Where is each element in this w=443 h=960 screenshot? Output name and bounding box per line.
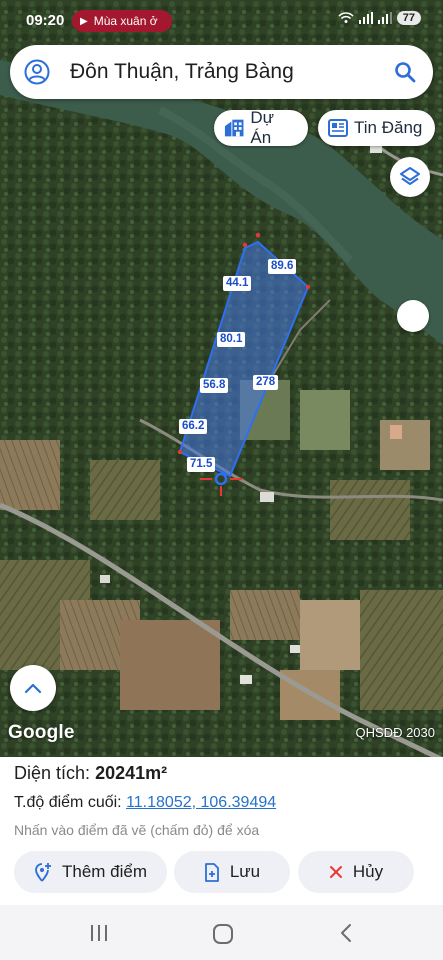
status-icons: 77 [338, 11, 421, 25]
hint-text: Nhấn vào điểm đã vẽ (chấm đỏ) để xóa [14, 822, 260, 838]
save-button[interactable]: Lưu [174, 851, 290, 893]
system-nav-bar [0, 905, 443, 960]
last-point-marker[interactable] [200, 472, 242, 496]
panel-drag-handle[interactable] [397, 300, 429, 332]
recent-apps-icon[interactable] [89, 923, 109, 943]
layers-icon [400, 167, 420, 185]
segment-label: 44.1 [223, 276, 252, 291]
signal-icon-2 [377, 12, 392, 24]
projects-chip[interactable]: Dự Án [214, 108, 308, 147]
battery-level: 77 [396, 11, 421, 25]
land-use-plan-label: QHSDĐ 2030 [355, 725, 435, 740]
home-icon[interactable] [212, 923, 234, 945]
expand-button[interactable] [10, 665, 56, 711]
area-line: Diện tích: 20241m² [14, 763, 167, 784]
add-point-label: Thêm điểm [61, 862, 148, 881]
chevron-up-icon [24, 683, 42, 694]
close-icon [329, 865, 343, 879]
vertex-marker [177, 449, 183, 455]
building-icon [224, 119, 244, 137]
google-logo: Google [8, 722, 75, 743]
notification-chip[interactable]: ▶ Mùa xuân ở [72, 10, 172, 32]
save-label: Lưu [229, 862, 261, 881]
vertex-marker [255, 232, 261, 238]
segment-label: 80.1 [217, 332, 246, 347]
measurement-panel: Diện tích: 20241m² T.độ điểm cuối: 11.18… [0, 757, 443, 905]
newspaper-icon [328, 119, 348, 137]
wifi-icon [338, 12, 354, 23]
signal-icon [358, 12, 373, 24]
projects-chip-label: Dự Án [250, 108, 275, 147]
add-point-button[interactable]: Thêm điểm [14, 851, 167, 893]
vertex-marker [305, 284, 311, 290]
listings-chip[interactable]: Tin Đăng [318, 110, 435, 146]
vertex-marker [242, 242, 248, 248]
back-icon[interactable] [338, 923, 354, 943]
segment-label: 66.2 [179, 419, 208, 434]
search-input[interactable]: Đôn Thuận, Trảng Bàng [70, 60, 294, 84]
coordinate-link[interactable]: 11.18052, 106.39494 [126, 794, 276, 811]
add-location-icon [34, 862, 52, 882]
segment-label: 56.8 [200, 378, 229, 393]
search-bar[interactable]: Đôn Thuận, Trảng Bàng [10, 45, 433, 99]
status-bar: 09:20 ▶ Mùa xuân ở 77 [0, 0, 443, 40]
account-circle-icon[interactable] [24, 59, 50, 85]
segment-label: 89.6 [268, 259, 297, 274]
segment-label: 278 [253, 375, 279, 390]
notification-chip-text: Mùa xuân ở [93, 14, 158, 28]
segment-label: 71.5 [187, 457, 216, 472]
search-icon[interactable] [393, 60, 417, 84]
play-icon: ▶ [80, 15, 88, 27]
file-plus-icon [204, 862, 220, 882]
area-value: 20241m² [95, 763, 168, 783]
cancel-label: Hủy [352, 862, 384, 881]
coordinate-label: T.độ điểm cuối: [14, 794, 122, 811]
area-label: Diện tích: [14, 763, 91, 783]
coordinate-line: T.độ điểm cuối: 11.18052, 106.39494 [14, 794, 276, 812]
cancel-button[interactable]: Hủy [298, 851, 414, 893]
layers-button[interactable] [390, 157, 430, 197]
status-time: 09:20 [26, 12, 65, 29]
listings-chip-label: Tin Đăng [354, 118, 423, 137]
